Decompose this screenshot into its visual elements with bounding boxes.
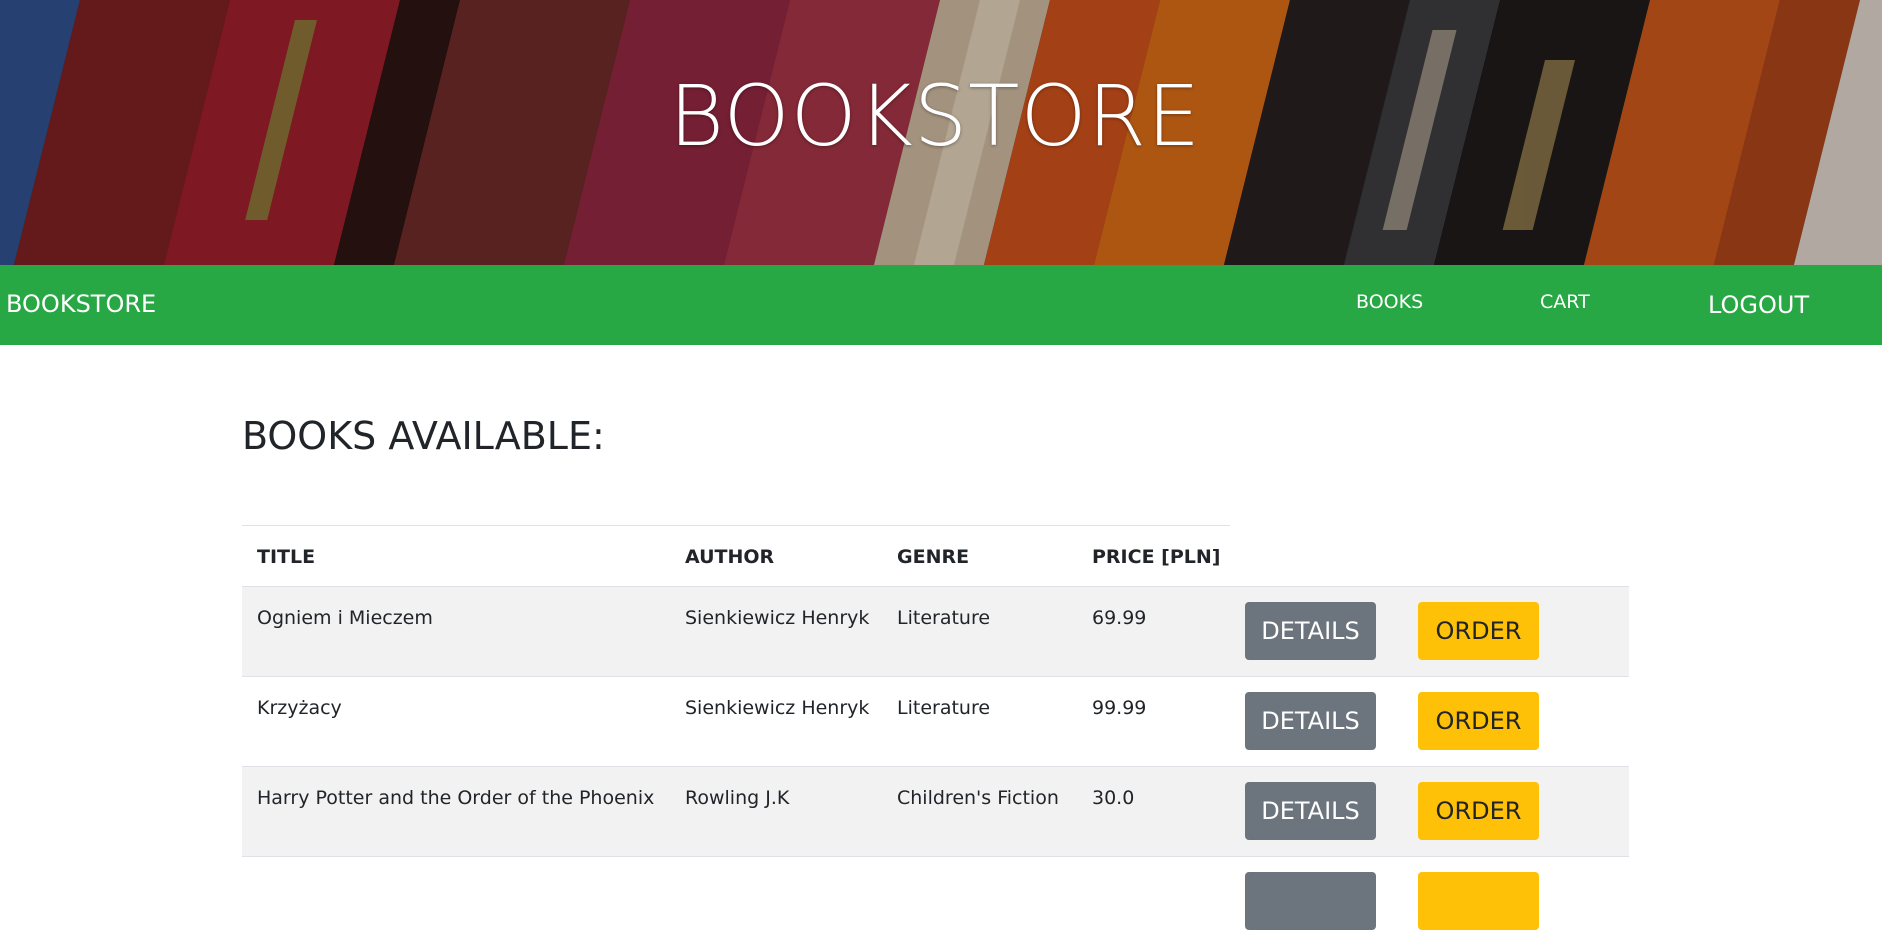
nav-link-cart[interactable]: CART — [1540, 291, 1590, 313]
book-genre: Children's Fiction — [897, 787, 1059, 809]
order-button[interactable]: ORDER — [1418, 602, 1539, 660]
order-button[interactable] — [1418, 872, 1539, 930]
nav-link-logout[interactable]: LOGOUT — [1708, 291, 1809, 319]
table-row: Harry Potter and the Order of the Phoeni… — [242, 767, 1629, 857]
details-button[interactable]: DETAILS — [1245, 602, 1376, 660]
details-button[interactable]: DETAILS — [1245, 692, 1376, 750]
nav-link-books[interactable]: BOOKS — [1356, 291, 1423, 313]
hero-banner: BOOKSTORE — [0, 0, 1882, 265]
table-row — [242, 857, 1629, 946]
column-header-author: AUTHOR — [685, 546, 775, 568]
column-header-title: TITLE — [257, 546, 316, 568]
navbar-brand[interactable]: BOOKSTORE — [6, 290, 156, 318]
book-title: Krzyżacy — [257, 697, 342, 719]
hero-title: BOOKSTORE — [668, 67, 1202, 165]
details-button[interactable]: DETAILS — [1245, 782, 1376, 840]
table-row: Ogniem i Mieczem Sienkiewicz Henryk Lite… — [242, 587, 1629, 677]
book-price: 69.99 — [1092, 607, 1147, 629]
order-button[interactable]: ORDER — [1418, 782, 1539, 840]
table-row: Krzyżacy Sienkiewicz Henryk Literature 9… — [242, 677, 1629, 767]
book-author: Rowling J.K — [685, 787, 790, 809]
book-title: Harry Potter and the Order of the Phoeni… — [257, 787, 655, 809]
table-header-row: TITLE AUTHOR GENRE PRICE [PLN] — [242, 526, 1629, 588]
navbar — [0, 265, 1882, 345]
book-genre: Literature — [897, 697, 991, 719]
book-price: 30.0 — [1092, 787, 1135, 809]
book-price: 99.99 — [1092, 697, 1147, 719]
details-button[interactable] — [1245, 872, 1376, 930]
order-button[interactable]: ORDER — [1418, 692, 1539, 750]
book-title: Ogniem i Mieczem — [257, 607, 433, 629]
column-header-genre: GENRE — [897, 546, 970, 568]
book-author: Sienkiewicz Henryk — [685, 697, 870, 719]
column-header-price: PRICE [PLN] — [1092, 546, 1221, 568]
page-title: BOOKS AVAILABLE: — [242, 414, 605, 458]
book-genre: Literature — [897, 607, 991, 629]
book-author: Sienkiewicz Henryk — [685, 607, 870, 629]
